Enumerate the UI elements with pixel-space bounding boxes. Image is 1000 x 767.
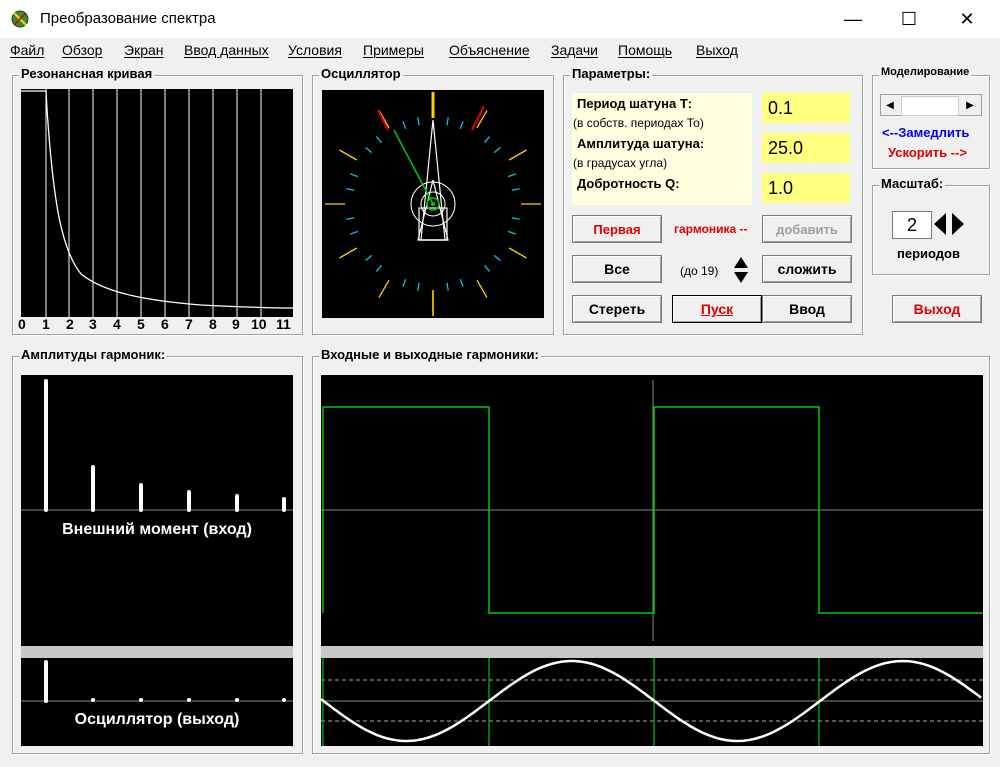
tick-label: 2 [66,316,74,332]
menu-file[interactable]: Файл [10,42,44,58]
menu-bar: Файл Обзор Экран Ввод данных Условия При… [0,38,1000,64]
menu-overview[interactable]: Обзор [62,42,102,58]
faster-label[interactable]: Ускорить --> [888,145,967,160]
menu-tasks[interactable]: Задачи [551,42,598,58]
all-button[interactable]: Все [572,255,662,283]
upto-text: (до 19) [680,264,719,278]
scale-left-icon [934,213,946,235]
tick-label: 11 [276,316,291,332]
tick-label: 0 [18,316,26,332]
simulation-title: Моделирование [879,66,972,78]
scale-value[interactable]: 2 [892,211,932,239]
menu-help[interactable]: Помощь [618,42,672,58]
start-button[interactable]: Пуск [672,295,762,323]
menu-examples[interactable]: Примеры [363,42,424,58]
tick-label: 6 [161,316,169,332]
close-icon: ✕ [959,8,975,29]
scroll-thumb[interactable] [901,96,959,116]
resonance-plot [21,89,293,317]
minimize-button[interactable]: — [826,0,880,38]
add-button[interactable]: добавить [762,215,852,243]
oscillator-dial [322,90,544,318]
harmonic-text: гармоника -- [674,222,748,236]
menu-conditions[interactable]: Условия [288,42,342,58]
oscillator-title: Осциллятор [319,66,403,81]
title-bar: Преобразование спектра — ☐ ✕ [0,0,1000,38]
enter-button[interactable]: Ввод [762,295,852,323]
tick-label: 8 [209,316,217,332]
menu-screen[interactable]: Экран [124,42,164,58]
resonance-title: Резонансная кривая [19,66,155,81]
speed-scrollbar[interactable]: ◀ ▶ [880,94,982,116]
period-label: Период шатуна Т: [577,96,692,111]
period-field[interactable]: 0.1 [762,93,850,123]
tick-label: 3 [89,316,97,332]
amplitude-label: Амплитуда шатуна: [577,136,705,151]
window-title: Преобразование спектра [40,10,216,27]
menu-data-input[interactable]: Ввод данных [184,42,269,58]
maximize-icon: ☐ [900,8,918,29]
parameters-title: Параметры: [570,66,653,81]
tick-label: 1 [42,316,50,332]
period-hint: (в собств. периодах То) [573,116,704,130]
tick-label: 10 [251,316,267,332]
sum-button[interactable]: сложить [762,255,852,283]
harmonics-amp-title: Амплитуды гармоник: [19,347,168,362]
menu-exit[interactable]: Выход [696,42,738,58]
input-label: Внешний момент (вход) [62,521,252,538]
spin-up-icon [734,257,748,268]
io-harmonics-title: Входные и выходные гармоники: [319,347,541,362]
slower-label[interactable]: <--Замедлить [882,125,969,140]
tick-label: 9 [232,316,240,332]
first-harmonic-button[interactable]: Первая [572,215,662,243]
maximize-button[interactable]: ☐ [882,0,936,38]
amplitude-field[interactable]: 25.0 [762,133,850,163]
io-harmonics-plot [321,375,983,746]
app-icon [11,10,29,28]
erase-button[interactable]: Стереть [572,295,662,323]
harmonics-amp-plot [21,375,293,746]
quality-label: Добротность Q: [577,176,680,191]
scale-unit: периодов [897,246,960,261]
resonance-axis: 0 1 2 3 4 5 6 7 8 9 10 11 [14,316,299,332]
tick-label: 5 [137,316,145,332]
quality-field[interactable]: 1.0 [762,173,850,203]
tick-label: 7 [185,316,193,332]
scroll-left-icon[interactable]: ◀ [881,95,899,115]
scale-spinner[interactable] [932,211,966,237]
scroll-right-icon[interactable]: ▶ [961,95,979,115]
minimize-icon: — [844,8,862,29]
exit-button[interactable]: Выход [892,295,982,323]
scale-title: Масштаб: [879,176,946,191]
scale-right-icon [952,213,964,235]
close-button[interactable]: ✕ [940,0,994,38]
amplitude-hint: (в градусах угла) [573,156,668,170]
output-label: Осциллятор (выход) [74,711,240,728]
menu-explanation[interactable]: Объяснение [449,42,530,58]
harmonic-spinner[interactable] [732,255,750,285]
tick-label: 4 [113,316,121,332]
spin-down-icon [734,272,748,283]
